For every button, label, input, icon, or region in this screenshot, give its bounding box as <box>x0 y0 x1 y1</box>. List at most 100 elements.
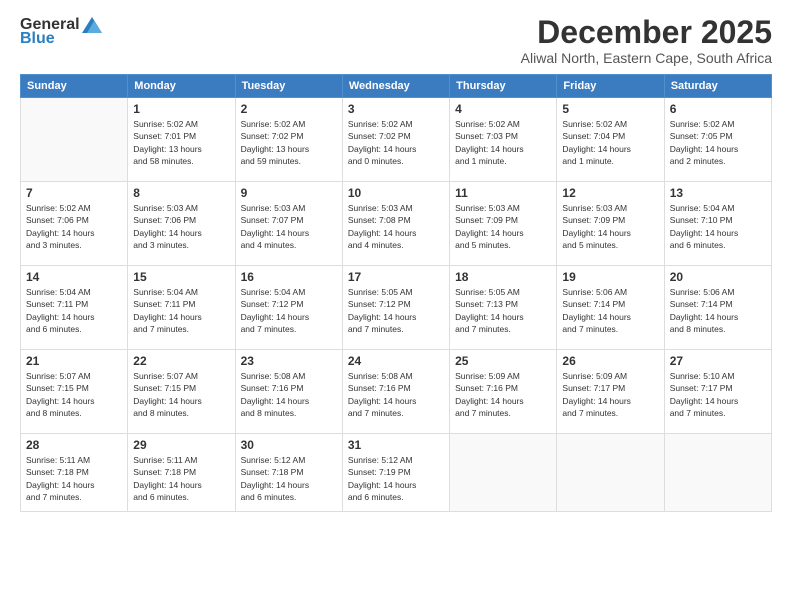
calendar-cell: 6 Sunrise: 5:02 AMSunset: 7:05 PMDaylight… <box>664 98 771 182</box>
day-number: 29 <box>133 438 229 452</box>
day-number: 7 <box>26 186 122 200</box>
day-info: Sunrise: 5:04 AMSunset: 7:10 PMDaylight:… <box>670 202 766 251</box>
day-number: 19 <box>562 270 658 284</box>
calendar-row-1: 7 Sunrise: 5:02 AMSunset: 7:06 PMDaylight… <box>21 182 772 266</box>
day-number: 9 <box>241 186 337 200</box>
day-number: 14 <box>26 270 122 284</box>
day-number: 26 <box>562 354 658 368</box>
calendar-cell: 13 Sunrise: 5:04 AMSunset: 7:10 PMDayligh… <box>664 182 771 266</box>
day-info: Sunrise: 5:08 AMSunset: 7:16 PMDaylight:… <box>241 370 337 419</box>
day-number: 18 <box>455 270 551 284</box>
day-number: 2 <box>241 102 337 116</box>
calendar-cell <box>557 434 664 512</box>
day-number: 5 <box>562 102 658 116</box>
day-info: Sunrise: 5:02 AMSunset: 7:02 PMDaylight:… <box>241 118 337 167</box>
calendar-row-2: 14 Sunrise: 5:04 AMSunset: 7:11 PMDayligh… <box>21 266 772 350</box>
day-number: 31 <box>348 438 444 452</box>
calendar-cell: 5Sunrise: 5:02 AMSunset: 7:04 PMDaylight… <box>557 98 664 182</box>
weekday-header-row: SundayMondayTuesdayWednesdayThursdayFrid… <box>21 75 772 98</box>
calendar-cell: 9 Sunrise: 5:03 AMSunset: 7:07 PMDaylight… <box>235 182 342 266</box>
location-title: Aliwal North, Eastern Cape, South Africa <box>521 50 772 66</box>
weekday-header-tuesday: Tuesday <box>235 75 342 98</box>
day-info: Sunrise: 5:04 AMSunset: 7:12 PMDaylight:… <box>241 286 337 335</box>
calendar-cell: 22 Sunrise: 5:07 AMSunset: 7:15 PMDayligh… <box>128 350 235 434</box>
calendar-cell: 7 Sunrise: 5:02 AMSunset: 7:06 PMDaylight… <box>21 182 128 266</box>
calendar-table: SundayMondayTuesdayWednesdayThursdayFrid… <box>20 74 772 512</box>
calendar-cell: 16 Sunrise: 5:04 AMSunset: 7:12 PMDayligh… <box>235 266 342 350</box>
day-info: Sunrise: 5:12 AMSunset: 7:18 PMDaylight:… <box>241 454 337 503</box>
calendar-cell <box>21 98 128 182</box>
day-info: Sunrise: 5:04 AMSunset: 7:11 PMDaylight:… <box>133 286 229 335</box>
calendar-cell: 3 Sunrise: 5:02 AMSunset: 7:02 PMDaylight… <box>342 98 449 182</box>
calendar-cell: 12Sunrise: 5:03 AMSunset: 7:09 PMDayligh… <box>557 182 664 266</box>
weekday-header-saturday: Saturday <box>664 75 771 98</box>
day-info: Sunrise: 5:07 AMSunset: 7:15 PMDaylight:… <box>26 370 122 419</box>
day-number: 15 <box>133 270 229 284</box>
calendar-row-0: 1 Sunrise: 5:02 AMSunset: 7:01 PMDaylight… <box>21 98 772 182</box>
month-title: December 2025 <box>521 16 772 48</box>
day-info: Sunrise: 5:07 AMSunset: 7:15 PMDaylight:… <box>133 370 229 419</box>
day-info: Sunrise: 5:05 AMSunset: 7:13 PMDaylight:… <box>455 286 551 335</box>
day-number: 6 <box>670 102 766 116</box>
day-number: 27 <box>670 354 766 368</box>
day-info: Sunrise: 5:03 AMSunset: 7:08 PMDaylight:… <box>348 202 444 251</box>
day-number: 20 <box>670 270 766 284</box>
day-number: 13 <box>670 186 766 200</box>
weekday-header-wednesday: Wednesday <box>342 75 449 98</box>
day-number: 16 <box>241 270 337 284</box>
weekday-header-friday: Friday <box>557 75 664 98</box>
day-info: Sunrise: 5:04 AMSunset: 7:11 PMDaylight:… <box>26 286 122 335</box>
day-info: Sunrise: 5:11 AMSunset: 7:18 PMDaylight:… <box>133 454 229 503</box>
day-number: 24 <box>348 354 444 368</box>
calendar-cell: 28Sunrise: 5:11 AMSunset: 7:18 PMDayligh… <box>21 434 128 512</box>
day-number: 17 <box>348 270 444 284</box>
day-info: Sunrise: 5:02 AMSunset: 7:01 PMDaylight:… <box>133 118 229 167</box>
day-info: Sunrise: 5:02 AMSunset: 7:02 PMDaylight:… <box>348 118 444 167</box>
calendar-cell: 14 Sunrise: 5:04 AMSunset: 7:11 PMDayligh… <box>21 266 128 350</box>
calendar-cell <box>664 434 771 512</box>
day-number: 3 <box>348 102 444 116</box>
day-number: 4 <box>455 102 551 116</box>
day-number: 1 <box>133 102 229 116</box>
calendar-cell: 31 Sunrise: 5:12 AMSunset: 7:19 PMDayligh… <box>342 434 449 512</box>
day-info: Sunrise: 5:11 AMSunset: 7:18 PMDaylight:… <box>26 454 122 503</box>
calendar-cell: 15 Sunrise: 5:04 AMSunset: 7:11 PMDayligh… <box>128 266 235 350</box>
day-number: 11 <box>455 186 551 200</box>
calendar-cell: 2 Sunrise: 5:02 AMSunset: 7:02 PMDaylight… <box>235 98 342 182</box>
day-number: 8 <box>133 186 229 200</box>
calendar-cell: 26Sunrise: 5:09 AMSunset: 7:17 PMDayligh… <box>557 350 664 434</box>
day-number: 22 <box>133 354 229 368</box>
day-info: Sunrise: 5:02 AMSunset: 7:06 PMDaylight:… <box>26 202 122 251</box>
day-info: Sunrise: 5:05 AMSunset: 7:12 PMDaylight:… <box>348 286 444 335</box>
day-info: Sunrise: 5:03 AMSunset: 7:07 PMDaylight:… <box>241 202 337 251</box>
day-number: 10 <box>348 186 444 200</box>
calendar-cell: 18 Sunrise: 5:05 AMSunset: 7:13 PMDayligh… <box>450 266 557 350</box>
day-number: 25 <box>455 354 551 368</box>
logo-icon <box>82 17 102 33</box>
header: General Blue December 2025 Aliwal North,… <box>20 16 772 66</box>
calendar-cell: 20Sunrise: 5:06 AMSunset: 7:14 PMDayligh… <box>664 266 771 350</box>
day-info: Sunrise: 5:02 AMSunset: 7:03 PMDaylight:… <box>455 118 551 167</box>
day-info: Sunrise: 5:12 AMSunset: 7:19 PMDaylight:… <box>348 454 444 503</box>
day-info: Sunrise: 5:03 AMSunset: 7:09 PMDaylight:… <box>455 202 551 251</box>
day-info: Sunrise: 5:08 AMSunset: 7:16 PMDaylight:… <box>348 370 444 419</box>
calendar-cell: 27Sunrise: 5:10 AMSunset: 7:17 PMDayligh… <box>664 350 771 434</box>
day-info: Sunrise: 5:02 AMSunset: 7:05 PMDaylight:… <box>670 118 766 167</box>
calendar-cell: 23 Sunrise: 5:08 AMSunset: 7:16 PMDayligh… <box>235 350 342 434</box>
calendar-cell: 25Sunrise: 5:09 AMSunset: 7:16 PMDayligh… <box>450 350 557 434</box>
calendar-cell: 30Sunrise: 5:12 AMSunset: 7:18 PMDayligh… <box>235 434 342 512</box>
calendar-cell: 4 Sunrise: 5:02 AMSunset: 7:03 PMDaylight… <box>450 98 557 182</box>
calendar-cell: 24 Sunrise: 5:08 AMSunset: 7:16 PMDayligh… <box>342 350 449 434</box>
day-number: 21 <box>26 354 122 368</box>
calendar-cell: 17 Sunrise: 5:05 AMSunset: 7:12 PMDayligh… <box>342 266 449 350</box>
day-number: 12 <box>562 186 658 200</box>
calendar-cell: 21 Sunrise: 5:07 AMSunset: 7:15 PMDayligh… <box>21 350 128 434</box>
calendar-cell <box>450 434 557 512</box>
title-section: December 2025 Aliwal North, Eastern Cape… <box>521 16 772 66</box>
calendar-cell: 8Sunrise: 5:03 AMSunset: 7:06 PMDaylight… <box>128 182 235 266</box>
calendar-cell: 11 Sunrise: 5:03 AMSunset: 7:09 PMDayligh… <box>450 182 557 266</box>
calendar-row-4: 28Sunrise: 5:11 AMSunset: 7:18 PMDayligh… <box>21 434 772 512</box>
calendar-cell: 1 Sunrise: 5:02 AMSunset: 7:01 PMDaylight… <box>128 98 235 182</box>
weekday-header-thursday: Thursday <box>450 75 557 98</box>
day-number: 23 <box>241 354 337 368</box>
